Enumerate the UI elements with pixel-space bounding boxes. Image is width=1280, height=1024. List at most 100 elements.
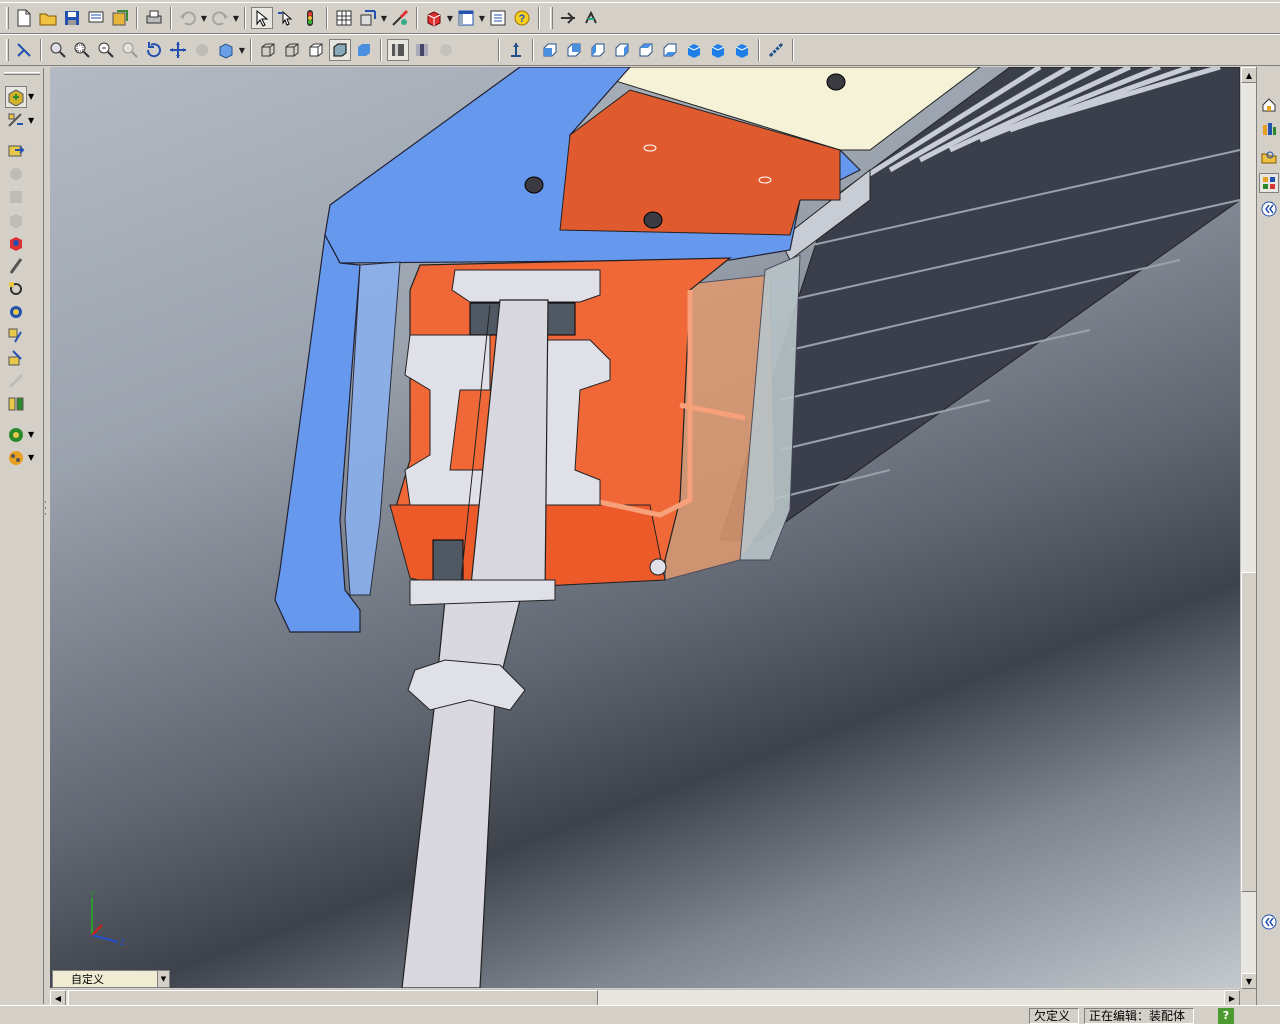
zoom-in-out-icon[interactable] xyxy=(95,39,117,61)
mate-icon[interactable] xyxy=(5,110,27,132)
design-library-icon[interactable] xyxy=(1259,119,1279,139)
hidden-removed-icon[interactable] xyxy=(305,39,327,61)
appearance-icon[interactable] xyxy=(389,7,411,29)
status-under-defined: 欠定义 xyxy=(1029,1008,1079,1024)
interference-icon[interactable] xyxy=(5,255,27,277)
roll-icon[interactable] xyxy=(191,39,213,61)
collapse-chevrons-icon[interactable] xyxy=(1259,199,1279,219)
redo-dropdown-icon[interactable]: ▼ xyxy=(232,7,240,29)
vertical-scrollbar[interactable]: ▲ ▼ xyxy=(1240,67,1257,989)
view-toolbar: ▼ xyxy=(0,34,1280,66)
panel-splitter[interactable]: · · · xyxy=(44,499,48,540)
section-view-icon[interactable] xyxy=(387,39,409,61)
print-setup-icon[interactable] xyxy=(85,7,107,29)
perspective-icon[interactable] xyxy=(411,39,433,61)
rebuild-icon[interactable] xyxy=(299,7,321,29)
horizontal-scroll-thumb[interactable] xyxy=(68,990,598,1006)
task-pane xyxy=(1256,67,1280,1005)
coordinate-triad: Y Z xyxy=(90,890,125,947)
zoom-selection-icon[interactable] xyxy=(119,39,141,61)
view-orientation-selector[interactable]: 自定义 ▼ xyxy=(52,970,170,988)
back-view-icon[interactable] xyxy=(563,39,585,61)
dimetric-view-icon[interactable] xyxy=(731,39,753,61)
left-view-icon[interactable] xyxy=(587,39,609,61)
file-explorer-icon[interactable] xyxy=(1259,147,1279,167)
move-component-icon[interactable] xyxy=(5,140,27,162)
hidden-lines-icon[interactable] xyxy=(281,39,303,61)
pattern-icon[interactable] xyxy=(5,370,27,392)
svg-text:?: ? xyxy=(519,13,526,25)
status-editing: 正在编辑：装配体 xyxy=(1084,1008,1194,1024)
assembly-model xyxy=(274,67,1240,988)
model-library-icon[interactable] xyxy=(109,7,131,29)
explode-icon[interactable] xyxy=(5,209,27,231)
view-palette-icon[interactable] xyxy=(1259,173,1279,193)
toolbar-grip[interactable] xyxy=(6,7,9,29)
scroll-right-icon[interactable]: ▶ xyxy=(1224,990,1240,1006)
graphics-area[interactable]: Y Z xyxy=(50,67,1240,988)
hole-series-icon[interactable] xyxy=(5,301,27,323)
rotate-icon[interactable] xyxy=(143,39,165,61)
trimetric-view-icon[interactable] xyxy=(707,39,729,61)
undo-dropdown-icon[interactable]: ▼ xyxy=(200,7,208,29)
view-orientation-dropdown-icon[interactable]: ▼ xyxy=(238,39,246,61)
shadow-icon[interactable] xyxy=(435,39,457,61)
isometric-view-icon[interactable] xyxy=(683,39,705,61)
previous-view-icon[interactable] xyxy=(13,39,35,61)
smart-fasteners-icon[interactable] xyxy=(5,186,27,208)
shaded-icon[interactable] xyxy=(353,39,375,61)
dimension-dropdown-icon[interactable]: ▼ xyxy=(380,7,388,29)
scroll-down-icon[interactable]: ▼ xyxy=(1241,973,1257,989)
dimension-icon[interactable] xyxy=(357,7,379,29)
rotate-component-icon[interactable] xyxy=(5,163,27,185)
help-icon[interactable]: ? xyxy=(511,7,533,29)
zoom-fit-icon[interactable] xyxy=(47,39,69,61)
print-icon[interactable] xyxy=(143,7,165,29)
photoworks-icon[interactable] xyxy=(5,447,27,469)
chevron-down-icon[interactable]: ▼ xyxy=(157,971,169,987)
grid-icon[interactable] xyxy=(333,7,355,29)
insert-component-icon[interactable] xyxy=(5,86,27,108)
zoom-area-icon[interactable] xyxy=(71,39,93,61)
appearances-icon[interactable] xyxy=(5,424,27,446)
expand-chevrons-icon[interactable] xyxy=(1259,912,1279,932)
redo-icon[interactable] xyxy=(209,7,231,29)
top-view-icon[interactable] xyxy=(635,39,657,61)
vertical-scroll-thumb[interactable] xyxy=(1241,572,1257,892)
view-window-dropdown-icon[interactable]: ▼ xyxy=(478,7,486,29)
list-icon[interactable] xyxy=(487,7,509,29)
front-view-icon[interactable] xyxy=(539,39,561,61)
view-orientation-icon[interactable] xyxy=(215,39,237,61)
toolbox-icon[interactable] xyxy=(5,347,27,369)
select-smart-icon[interactable] xyxy=(275,7,297,29)
measure-tool-icon[interactable] xyxy=(5,232,27,254)
tools-b-icon[interactable] xyxy=(581,7,603,29)
home-icon[interactable] xyxy=(1259,95,1279,115)
new-document-icon[interactable] xyxy=(13,7,35,29)
clearance-icon[interactable] xyxy=(5,278,27,300)
right-view-icon[interactable] xyxy=(611,39,633,61)
save-icon[interactable] xyxy=(61,7,83,29)
normal-to-icon[interactable] xyxy=(505,39,527,61)
view-window-icon[interactable] xyxy=(455,7,477,29)
horizontal-scrollbar[interactable]: ◀ ▶ xyxy=(50,989,1240,1006)
measure-icon[interactable] xyxy=(765,39,787,61)
bottom-view-icon[interactable] xyxy=(659,39,681,61)
3d-box-dropdown-icon[interactable]: ▼ xyxy=(446,7,454,29)
assembly-toolbar: ▼ ▼ ▼ ▼ xyxy=(0,68,44,1004)
open-folder-icon[interactable] xyxy=(37,7,59,29)
scroll-left-icon[interactable]: ◀ xyxy=(50,990,66,1006)
undo-icon[interactable] xyxy=(177,7,199,29)
assembly-features-icon[interactable] xyxy=(5,393,27,415)
shaded-edges-icon[interactable] xyxy=(329,39,351,61)
svg-text:Y: Y xyxy=(90,890,96,899)
select-arrow-icon[interactable] xyxy=(251,7,273,29)
tools-a-icon[interactable] xyxy=(557,7,579,29)
wireframe-icon[interactable] xyxy=(257,39,279,61)
3d-box-icon[interactable] xyxy=(423,7,445,29)
sketch-tools-icon[interactable] xyxy=(5,324,27,346)
pan-icon[interactable] xyxy=(167,39,189,61)
status-bar: 欠定义 正在编辑：装配体 ? xyxy=(0,1005,1280,1024)
scroll-up-icon[interactable]: ▲ xyxy=(1241,67,1257,83)
help-icon[interactable]: ? xyxy=(1218,1008,1234,1024)
